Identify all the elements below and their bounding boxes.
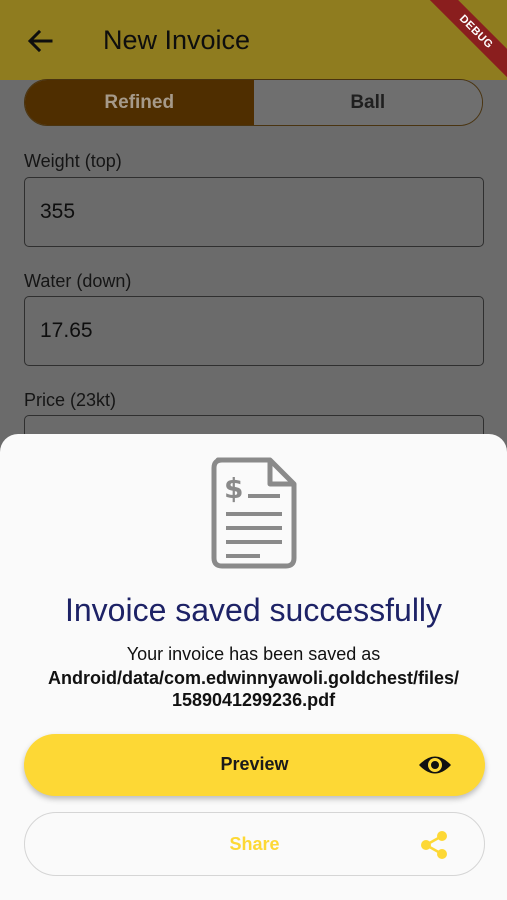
debug-label: DEBUG bbox=[422, 0, 507, 86]
back-button[interactable] bbox=[24, 26, 56, 56]
file-path-line-1: Android/data/com.edwinnyawoli.goldchest/… bbox=[47, 668, 460, 688]
invoice-saved-sheet: $ Invoice saved successfully Your invoic… bbox=[0, 434, 507, 900]
water-field[interactable]: 17.65 bbox=[24, 296, 484, 366]
page-title: New Invoice bbox=[103, 25, 251, 55]
file-path: Android/data/com.edwinnyawoli.goldchest/… bbox=[0, 667, 507, 711]
weight-field[interactable]: 355 bbox=[24, 177, 484, 247]
invoice-document-icon: $ bbox=[211, 457, 297, 569]
weight-label: Weight (top) bbox=[24, 151, 122, 171]
share-icon bbox=[421, 831, 447, 859]
share-button[interactable]: Share bbox=[24, 812, 485, 876]
segment-ball[interactable]: Ball bbox=[253, 80, 482, 125]
share-button-label: Share bbox=[229, 834, 280, 854]
preview-button-label: Preview bbox=[220, 754, 289, 774]
success-title: Invoice saved successfully bbox=[64, 592, 443, 628]
debug-banner: DEBUG bbox=[417, 0, 507, 90]
file-path-line-2: 1589041299236.pdf bbox=[171, 690, 336, 710]
svg-text:$: $ bbox=[224, 472, 243, 505]
water-label: Water (down) bbox=[24, 271, 132, 291]
eye-icon bbox=[419, 756, 451, 774]
saved-as-text: Your invoice has been saved as bbox=[126, 644, 381, 664]
segment-refined[interactable]: Refined bbox=[25, 80, 254, 125]
app-bar: New Invoice DEBUG bbox=[0, 0, 507, 86]
type-segmented-control: Refined Ball bbox=[24, 79, 483, 126]
arrow-back-icon bbox=[27, 29, 53, 53]
preview-button[interactable]: Preview bbox=[24, 734, 485, 796]
price-label: Price (23kt) bbox=[24, 390, 117, 410]
